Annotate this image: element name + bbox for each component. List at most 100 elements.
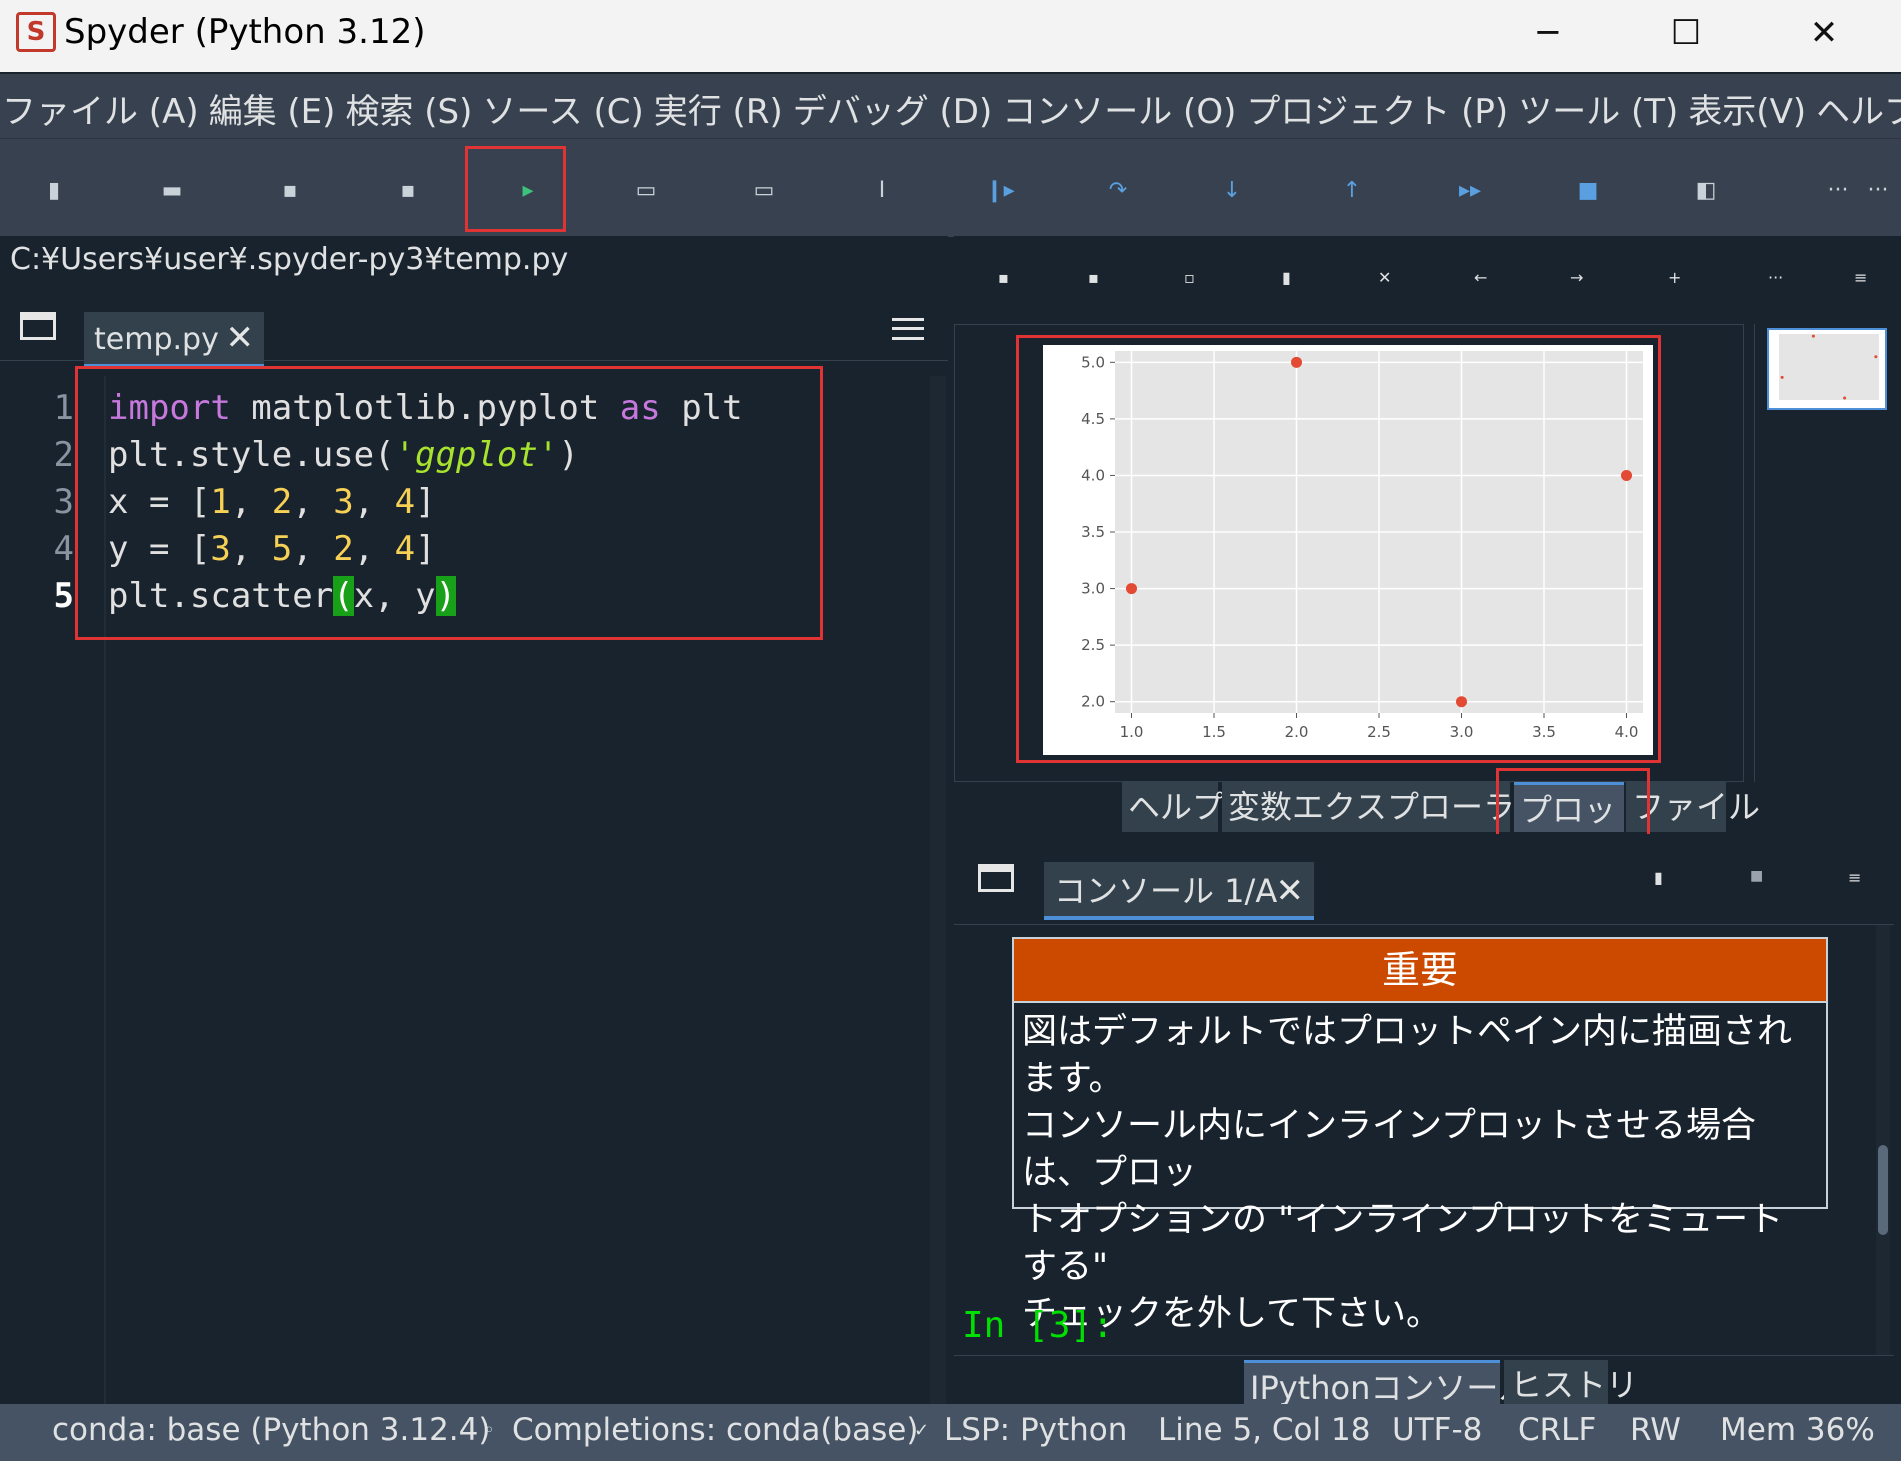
maximize-pane-icon[interactable]: ◧ xyxy=(1686,171,1726,211)
tab-plots-1[interactable]: 変数エクスプローラー xyxy=(1222,782,1547,832)
zoom-icon[interactable]: + xyxy=(1668,268,1681,287)
open-file-icon[interactable]: ▬ xyxy=(152,171,192,211)
menu-item[interactable]: 編集 (E) xyxy=(209,92,336,132)
tab-label: temp.py xyxy=(94,322,219,357)
close-window-button[interactable]: ✕ xyxy=(1784,8,1864,58)
tab-console-1[interactable]: ヒストリ xyxy=(1504,1360,1638,1410)
stop-icon[interactable]: ■ xyxy=(1568,171,1608,211)
notice-line: トオプションの "インラインプロットをミュートする" xyxy=(1022,1200,1784,1287)
plots-menu-icon[interactable]: ≡ xyxy=(1854,268,1867,287)
next-plot-icon[interactable]: → xyxy=(1570,268,1583,287)
menu-item[interactable]: ヘルプ (H) xyxy=(1816,92,1901,132)
menu-item[interactable]: 表示(V) xyxy=(1688,92,1806,132)
console-options-icon[interactable]: ≡ xyxy=(1848,868,1861,887)
more2-icon[interactable]: ··· xyxy=(1858,171,1898,211)
close-all-plots-icon[interactable]: ✕ xyxy=(1378,268,1391,287)
spyder-logo-icon: S xyxy=(16,12,56,52)
line-number: 2 xyxy=(53,435,74,475)
status-mode: RW xyxy=(1630,1412,1681,1448)
thumb-point xyxy=(1780,375,1784,379)
notice-text: 図はデフォルトではプロットペイン内に描画されます。 コンソール内にインラインプロ… xyxy=(1014,1003,1826,1344)
scrollbar-thumb[interactable] xyxy=(1878,1145,1888,1235)
console-prompt[interactable]: In [3]: xyxy=(962,1305,1114,1346)
tab-temp-py[interactable]: temp.py ✕ xyxy=(84,312,264,368)
menu-item[interactable]: ソース (C) xyxy=(482,92,643,132)
console-tab-bar: IPythonコンソール ヒストリ xyxy=(954,1360,1901,1410)
run-selection-icon[interactable]: I xyxy=(862,171,902,211)
menu-item[interactable]: デバッグ (D) xyxy=(793,92,993,132)
console-pane: コンソール 1/A ✕ ▮ ■ ≡ 重要 図はデフォルトではプロットペイン内に描… xyxy=(954,834,1901,1410)
tab-console-0[interactable]: IPythonコンソール xyxy=(1244,1360,1530,1410)
status-completions[interactable]: Completions: conda(base) xyxy=(512,1412,918,1448)
status-position: Line 5, Col 18 xyxy=(1158,1412,1371,1448)
debug-file-icon[interactable]: ❙▸ xyxy=(980,171,1020,211)
menu-item[interactable]: 検索 (S) xyxy=(345,92,472,132)
console-tab-label: コンソール 1/A xyxy=(1054,872,1278,910)
status-bar: conda: base (Python 3.12.4) ◦ Completion… xyxy=(0,1404,1901,1461)
thumb-point xyxy=(1811,334,1815,338)
continue-icon[interactable]: ▸▸ xyxy=(1450,171,1490,211)
plot-highlight-box xyxy=(1016,335,1661,763)
tab-console-1a[interactable]: コンソール 1/A ✕ xyxy=(1044,862,1314,920)
maximize-button[interactable]: ☐ xyxy=(1646,8,1726,58)
run-cell-advance-icon[interactable]: ▭ xyxy=(744,171,784,211)
lsp-status-icon: ✓ xyxy=(914,1420,930,1441)
undock-pane-icon[interactable] xyxy=(20,312,56,340)
main-toolbar: ▮ ▬ ▪ ▪ ▸ ▭ ▭ I ❙▸ ↷ ↓ ↑ ▸▸ ■ ◧ ··· ··· xyxy=(0,138,1901,237)
step-return-icon[interactable]: ↑ xyxy=(1332,171,1372,211)
menu-item[interactable]: ツール (T) xyxy=(1518,92,1678,132)
important-notice: 重要 図はデフォルトではプロットペイン内に描画されます。 コンソール内にインライ… xyxy=(1012,937,1828,1334)
menu-item[interactable]: ファイル (A) xyxy=(2,92,199,132)
line-number: 5 xyxy=(53,576,74,616)
save-all-icon[interactable]: ▪ xyxy=(388,171,428,211)
notice-title: 重要 xyxy=(1014,939,1826,1003)
step-into-icon[interactable]: ↓ xyxy=(1212,171,1252,211)
plot-thumbnail[interactable] xyxy=(1767,328,1887,410)
plots-toolbar: ▪ ▪ ▫ ▮ ✕ ← → + ··· ≡ xyxy=(954,236,1901,324)
line-number: 3 xyxy=(53,482,74,522)
plots-tab-bar: ヘルプ 変数エクスプローラー プロット ファイル xyxy=(954,782,1901,838)
step-over-icon[interactable]: ↷ xyxy=(1098,171,1138,211)
save-all-plots-icon[interactable]: ▪ xyxy=(1088,268,1099,287)
status-conda[interactable]: conda: base (Python 3.12.4) xyxy=(52,1412,490,1448)
console-tab-close-icon[interactable]: ✕ xyxy=(1276,862,1305,920)
undock-console-icon[interactable] xyxy=(978,864,1014,892)
run-highlight-box xyxy=(465,146,566,232)
tab-plots-0[interactable]: ヘルプ xyxy=(1122,782,1224,832)
menu-item[interactable]: 実行 (R) xyxy=(654,92,783,132)
status-lsp[interactable]: LSP: Python xyxy=(944,1412,1127,1448)
clear-console-icon[interactable]: ▮ xyxy=(1654,868,1663,887)
code-highlight-box xyxy=(75,366,823,640)
editor-tab-bar: temp.py ✕ xyxy=(0,284,948,368)
minimize-button[interactable]: ─ xyxy=(1508,8,1588,58)
console-output[interactable]: 重要 図はデフォルトではプロットペイン内に描画されます。 コンソール内にインライ… xyxy=(954,924,1894,1356)
status-encoding: UTF-8 xyxy=(1392,1412,1483,1448)
plots-tab-highlight-box xyxy=(1496,768,1650,842)
plot-thumbnails xyxy=(1754,324,1901,782)
copy-plot-icon[interactable]: ▫ xyxy=(1184,268,1195,287)
menu-item[interactable]: コンソール (O) xyxy=(1002,92,1236,132)
console-scrollbar[interactable] xyxy=(1876,925,1890,1355)
menu-bar: ファイル (A) 編集 (E) 検索 (S) ソース (C) 実行 (R) デバッグ (D… xyxy=(0,74,1901,138)
save-icon[interactable]: ▪ xyxy=(270,171,310,211)
status-memory: Mem 36% xyxy=(1720,1412,1875,1448)
delete-plot-icon[interactable]: ▮ xyxy=(1282,268,1291,287)
line-number: 1 xyxy=(53,388,74,428)
completions-status-icon: ◦ xyxy=(484,1420,495,1441)
save-plot-icon[interactable]: ▪ xyxy=(998,268,1009,287)
editor-options-menu-icon[interactable] xyxy=(892,318,924,340)
notice-line: 図はデフォルトではプロットペイン内に描画されます。 xyxy=(1022,1012,1793,1099)
editor-scrollbar[interactable] xyxy=(930,376,946,1406)
thumbnail-chart xyxy=(1779,334,1879,400)
title-bar: S Spyder (Python 3.12) ─ ☐ ✕ xyxy=(0,0,1901,72)
previous-plot-icon[interactable]: ← xyxy=(1474,268,1487,287)
status-eol: CRLF xyxy=(1518,1412,1597,1448)
run-cell-icon[interactable]: ▭ xyxy=(626,171,666,211)
tab-close-icon[interactable]: ✕ xyxy=(226,310,255,366)
interrupt-kernel-icon[interactable]: ■ xyxy=(1750,868,1763,884)
window-title: Spyder (Python 3.12) xyxy=(64,12,426,52)
plots-more-icon[interactable]: ··· xyxy=(1768,268,1783,287)
more-icon[interactable]: ··· xyxy=(1818,171,1858,211)
new-file-icon[interactable]: ▮ xyxy=(34,171,74,211)
menu-item[interactable]: プロジェクト (P) xyxy=(1246,92,1508,132)
